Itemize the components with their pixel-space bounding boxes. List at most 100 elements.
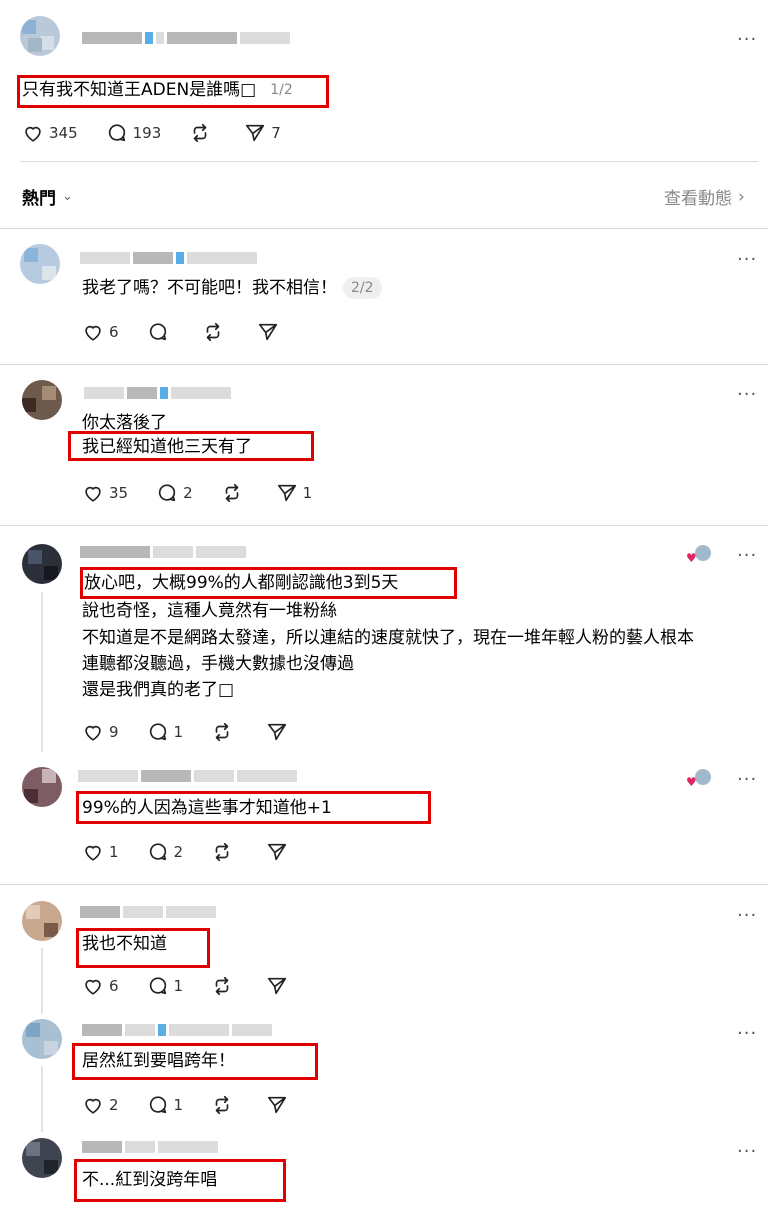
liked-by-author-badge: ♥ bbox=[686, 769, 712, 789]
avatar[interactable] bbox=[20, 16, 60, 56]
comment-button[interactable] bbox=[147, 321, 174, 343]
like-count: 2 bbox=[109, 1096, 119, 1114]
share-button[interactable] bbox=[266, 1094, 293, 1116]
share-count: 1 bbox=[302, 484, 313, 502]
view-activity-label: 查看動態 bbox=[664, 189, 732, 209]
share-button[interactable] bbox=[266, 721, 293, 743]
more-icon[interactable]: ··· bbox=[737, 386, 757, 404]
more-icon[interactable]: ··· bbox=[737, 771, 757, 789]
avatar[interactable] bbox=[22, 1138, 62, 1178]
repost-icon bbox=[211, 975, 233, 997]
repost-icon bbox=[211, 841, 233, 863]
reply-actions: 1 2 bbox=[82, 841, 321, 863]
reply-line: 說也奇怪，這種人竟然有一堆粉絲 bbox=[82, 601, 337, 621]
comment-icon bbox=[147, 841, 169, 863]
divider bbox=[0, 364, 768, 365]
share-button[interactable]: 7 bbox=[244, 122, 281, 144]
page-indicator: 2/2 bbox=[343, 277, 382, 299]
avatar[interactable] bbox=[20, 244, 60, 284]
username-blurred[interactable] bbox=[80, 906, 216, 918]
send-icon bbox=[257, 321, 279, 343]
repost-button[interactable] bbox=[189, 122, 216, 144]
repost-button[interactable] bbox=[211, 841, 238, 863]
username-blurred[interactable] bbox=[82, 1141, 218, 1153]
comment-button[interactable]: 193 bbox=[106, 122, 161, 144]
sort-label: 熱門 bbox=[22, 189, 56, 209]
repost-button[interactable] bbox=[211, 975, 238, 997]
comment-button[interactable]: 2 bbox=[147, 841, 184, 863]
like-count: 345 bbox=[49, 124, 78, 142]
comment-button[interactable]: 1 bbox=[147, 975, 183, 997]
like-button[interactable]: 6 bbox=[82, 975, 119, 997]
avatar[interactable] bbox=[22, 1019, 62, 1059]
repost-icon bbox=[211, 1094, 233, 1116]
like-button[interactable]: 35 bbox=[82, 482, 128, 504]
repost-button[interactable] bbox=[211, 721, 238, 743]
repost-icon bbox=[202, 321, 224, 343]
repost-icon bbox=[211, 721, 233, 743]
share-button[interactable]: 1 bbox=[276, 482, 313, 504]
username-blurred[interactable] bbox=[82, 1024, 272, 1036]
send-icon bbox=[266, 841, 288, 863]
like-count: 6 bbox=[109, 323, 119, 341]
like-button[interactable]: 345 bbox=[22, 122, 78, 144]
reply-text: 我老了嗎？不可能吧！我不相信！ 2/2 bbox=[82, 277, 382, 299]
sort-dropdown[interactable]: 熱門 ⌄ bbox=[22, 184, 73, 209]
username-blurred[interactable] bbox=[80, 546, 246, 558]
reply-line: 還是我們真的老了□ bbox=[82, 680, 235, 700]
heart-icon bbox=[82, 975, 104, 997]
liked-by-author-badge: ♥ bbox=[686, 545, 712, 565]
comment-icon bbox=[147, 721, 169, 743]
repost-button[interactable] bbox=[221, 482, 248, 504]
view-activity-link[interactable]: 查看動態 › bbox=[664, 184, 745, 210]
like-count: 35 bbox=[109, 484, 129, 502]
comment-button[interactable]: 1 bbox=[147, 1094, 184, 1116]
comment-count: 1 bbox=[173, 1096, 184, 1114]
comment-icon bbox=[147, 321, 169, 343]
thread-line bbox=[41, 948, 43, 1014]
more-icon[interactable]: ··· bbox=[737, 1025, 757, 1043]
comment-count: 2 bbox=[183, 484, 193, 502]
send-icon bbox=[266, 975, 288, 997]
like-button[interactable]: 9 bbox=[82, 721, 119, 743]
heart-icon bbox=[82, 721, 104, 743]
more-icon[interactable]: ··· bbox=[737, 251, 757, 269]
avatar[interactable] bbox=[22, 901, 62, 941]
divider bbox=[0, 228, 768, 229]
avatar[interactable] bbox=[22, 380, 62, 420]
reply-line: 不...紅到沒跨年唱 bbox=[82, 1170, 218, 1190]
like-button[interactable]: 6 bbox=[82, 321, 119, 343]
username-blurred[interactable] bbox=[80, 252, 257, 264]
repost-icon bbox=[189, 122, 211, 144]
heart-icon bbox=[82, 482, 104, 504]
send-icon bbox=[266, 1094, 288, 1116]
thread-line bbox=[41, 592, 43, 752]
like-button[interactable]: 1 bbox=[82, 841, 119, 863]
more-icon[interactable]: ··· bbox=[737, 1143, 757, 1161]
share-button[interactable] bbox=[266, 975, 293, 997]
comment-icon bbox=[147, 1094, 169, 1116]
reply-line: 居然紅到要唱跨年！ bbox=[82, 1051, 235, 1071]
like-button[interactable]: 2 bbox=[82, 1094, 119, 1116]
username-blurred[interactable] bbox=[78, 770, 297, 782]
send-icon bbox=[276, 482, 298, 504]
thread-line bbox=[41, 1066, 43, 1132]
repost-button[interactable] bbox=[202, 321, 229, 343]
comment-count: 2 bbox=[173, 843, 184, 861]
avatar[interactable] bbox=[22, 767, 62, 807]
share-button[interactable] bbox=[257, 321, 284, 343]
repost-button[interactable] bbox=[211, 1094, 238, 1116]
more-icon[interactable]: ··· bbox=[737, 907, 757, 925]
comment-button[interactable]: 1 bbox=[147, 721, 183, 743]
post-actions: 345 193 7 bbox=[22, 122, 309, 144]
username-blurred[interactable] bbox=[82, 32, 290, 44]
share-button[interactable] bbox=[266, 841, 293, 863]
chevron-right-icon: › bbox=[738, 186, 745, 207]
comment-button[interactable]: 2 bbox=[156, 482, 193, 504]
username-blurred[interactable] bbox=[84, 387, 231, 399]
more-icon[interactable]: ··· bbox=[737, 547, 757, 565]
like-count: 1 bbox=[109, 843, 119, 861]
avatar[interactable] bbox=[22, 544, 62, 584]
more-icon[interactable]: ··· bbox=[737, 31, 757, 49]
reply-line: 放心吧，大概99%的人都剛認識他3到5天 bbox=[84, 573, 399, 593]
